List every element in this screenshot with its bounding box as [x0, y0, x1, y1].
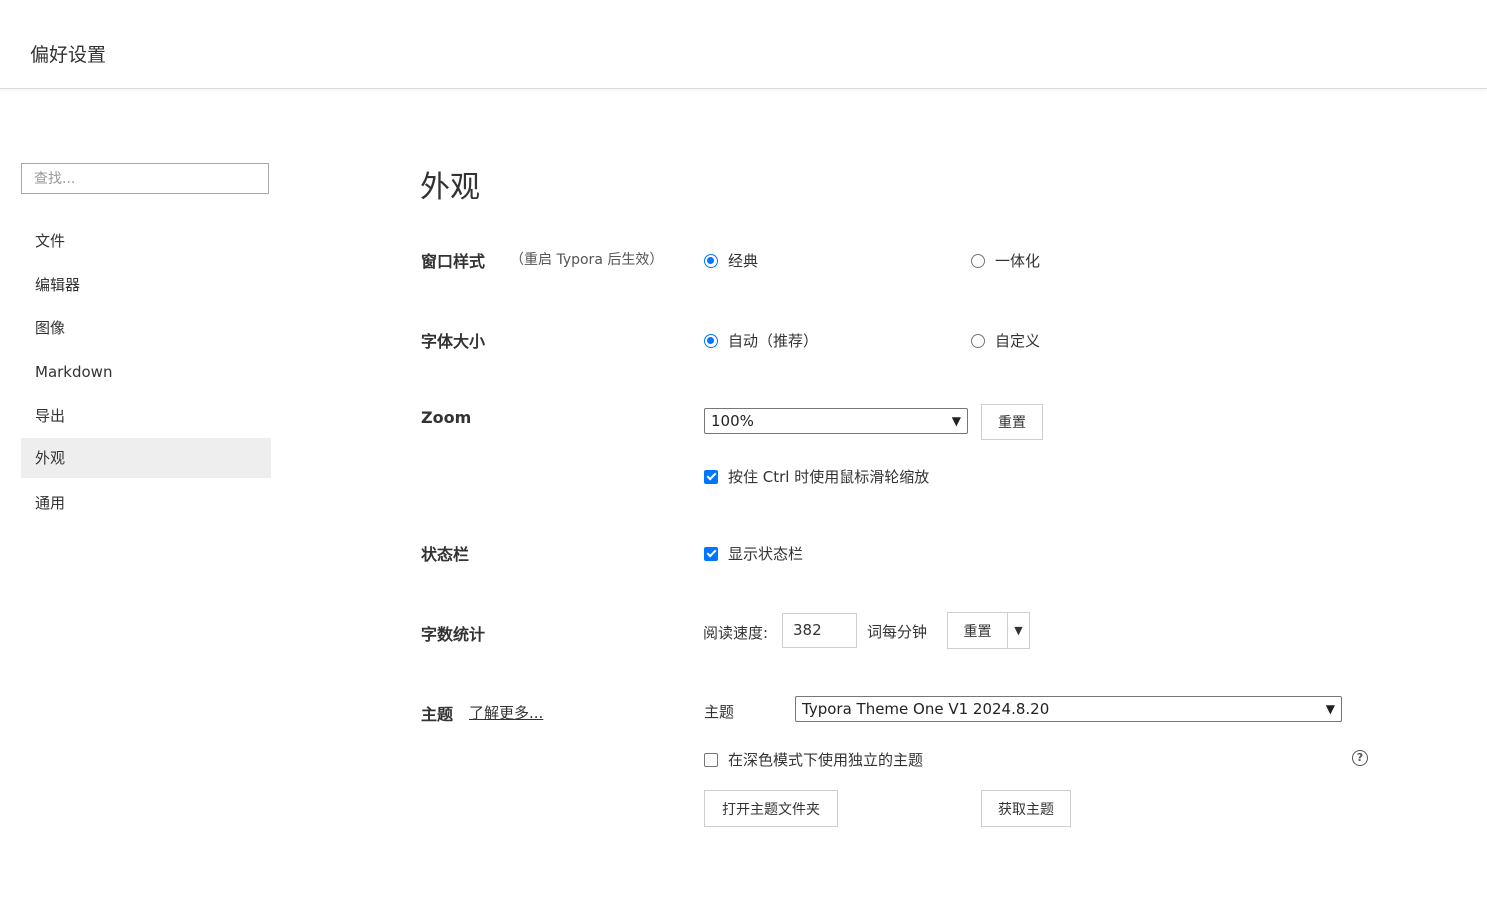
zoom-label: Zoom — [421, 408, 472, 427]
zoom-select-value: 100% — [711, 412, 754, 430]
theme-select[interactable]: Typora Theme One V1 2024.8.20 ▼ — [795, 696, 1342, 722]
theme-select-label: 主题 — [704, 703, 735, 721]
font-size-auto-option[interactable]: 自动（推荐） — [704, 330, 818, 351]
dark-mode-theme-label: 在深色模式下使用独立的主题 — [728, 751, 924, 769]
help-icon[interactable]: ? — [1352, 750, 1368, 766]
status-bar-label: 状态栏 — [421, 545, 470, 564]
theme-select-value: Typora Theme One V1 2024.8.20 — [802, 700, 1050, 718]
font-size-custom-radio[interactable] — [971, 333, 985, 348]
search-input[interactable] — [21, 163, 269, 194]
dark-mode-theme-option[interactable]: 在深色模式下使用独立的主题 — [704, 749, 923, 770]
chevron-down-icon: ▼ — [1325, 702, 1335, 716]
sidebar-item-general[interactable]: 通用 — [21, 483, 271, 523]
zoom-reset-button[interactable]: 重置 — [981, 404, 1043, 440]
font-size-custom-option[interactable]: 自定义 — [971, 330, 1040, 351]
font-size-custom-label: 自定义 — [995, 332, 1041, 350]
sidebar-item-editor[interactable]: 编辑器 — [21, 265, 271, 305]
zoom-select[interactable]: 100% ▼ — [704, 408, 968, 434]
window-style-classic-label: 经典 — [728, 252, 759, 270]
chevron-down-icon: ▼ — [951, 414, 961, 428]
font-size-label: 字体大小 — [421, 332, 486, 351]
reading-speed-unit: 词每分钟 — [867, 623, 928, 641]
show-status-bar-checkbox[interactable] — [704, 546, 718, 561]
page-title: 偏好设置 — [30, 44, 107, 66]
sidebar-item-appearance[interactable]: 外观 — [21, 438, 271, 478]
font-size-auto-radio[interactable] — [704, 333, 718, 348]
word-count-label: 字数统计 — [421, 625, 486, 644]
window-style-unified-option[interactable]: 一体化 — [971, 250, 1040, 271]
dark-mode-theme-checkbox[interactable] — [704, 752, 718, 767]
open-theme-folder-button[interactable]: 打开主题文件夹 — [704, 790, 838, 827]
ctrl-wheel-zoom-checkbox[interactable] — [704, 469, 718, 484]
reading-speed-input[interactable]: 382 — [782, 613, 857, 648]
window-style-classic-radio[interactable] — [704, 253, 718, 268]
sidebar-item-markdown[interactable]: Markdown — [21, 352, 271, 392]
get-themes-button[interactable]: 获取主题 — [981, 790, 1071, 827]
sidebar-item-image[interactable]: 图像 — [21, 308, 271, 348]
section-title: 外观 — [420, 170, 480, 205]
word-count-reset-button[interactable]: 重置 — [947, 612, 1008, 649]
learn-more-link[interactable]: 了解更多... — [469, 702, 543, 723]
show-status-bar-label: 显示状态栏 — [728, 545, 804, 563]
reading-speed-label: 阅读速度: — [703, 624, 769, 642]
window-header: 偏好设置 — [0, 0, 1487, 89]
window-style-unified-radio[interactable] — [971, 253, 985, 268]
window-style-label: 窗口样式 — [421, 252, 486, 271]
theme-label: 主题 — [421, 705, 454, 724]
font-size-auto-label: 自动（推荐） — [728, 332, 819, 350]
sidebar-item-file[interactable]: 文件 — [21, 221, 271, 261]
ctrl-wheel-zoom-label: 按住 Ctrl 时使用鼠标滑轮缩放 — [728, 468, 930, 486]
window-style-note: （重启 Typora 后生效） — [510, 252, 664, 268]
window-style-unified-label: 一体化 — [995, 252, 1041, 270]
sidebar-item-export[interactable]: 导出 — [21, 396, 271, 436]
word-count-dropdown-button[interactable]: ▼ — [1007, 612, 1030, 649]
caret-down-icon: ▼ — [1014, 624, 1023, 637]
window-style-classic-option[interactable]: 经典 — [704, 250, 758, 271]
ctrl-wheel-zoom-option[interactable]: 按住 Ctrl 时使用鼠标滑轮缩放 — [704, 466, 929, 487]
show-status-bar-option[interactable]: 显示状态栏 — [704, 543, 803, 564]
